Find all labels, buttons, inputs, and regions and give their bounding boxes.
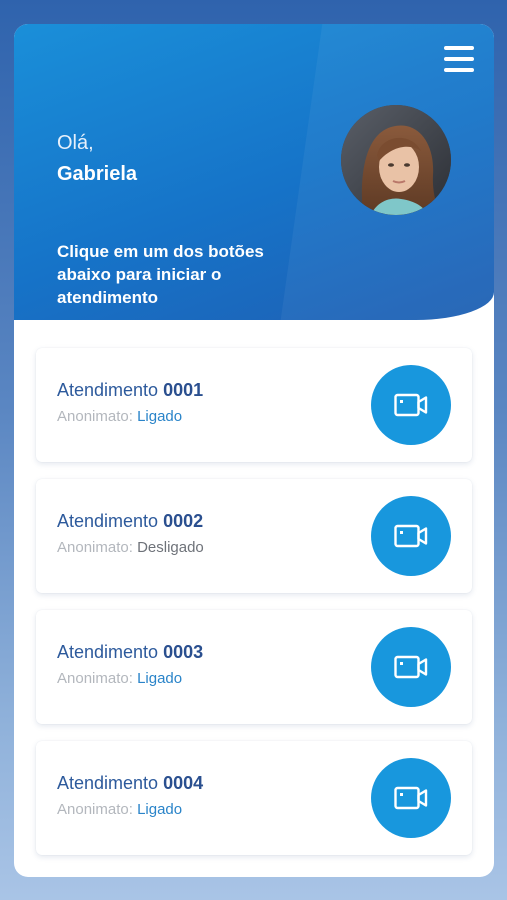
call-card: Atendimento 0001 Anonimato: Ligado [36,348,472,462]
call-number: 0004 [163,773,204,793]
anonymity-value: Ligado [137,408,183,425]
user-name: Gabriela [57,163,138,185]
call-title-prefix: Atendimento [57,380,159,400]
start-video-call-button[interactable] [371,365,451,445]
menu-bar [444,57,474,61]
avatar-photo [341,105,451,215]
anonymity-value: Ligado [137,801,183,818]
avatar [341,105,451,215]
anonymity-label: Anonimato: [57,670,133,687]
call-title-prefix: Atendimento [57,773,159,793]
call-number: 0003 [163,642,204,662]
anonymity-label: Anonimato: [57,801,133,818]
menu-bar [444,46,474,50]
call-number: 0002 [163,511,204,531]
anonymity-label: Anonimato: [57,539,133,556]
anonymity-status: Anonimato: Ligado [57,408,182,425]
anonymity-status: Anonimato: Ligado [57,801,182,818]
greeting-header: Olá, Gabriela Clique em um dos botões ab… [14,24,494,320]
app-screen: Olá, Gabriela Clique em um dos botões ab… [14,24,494,877]
call-card: Atendimento 0003 Anonimato: Ligado [36,610,472,724]
call-card: Atendimento 0004 Anonimato: Ligado [36,741,472,855]
call-title-prefix: Atendimento [57,642,159,662]
instruction-text: Clique em um dos botões abaixo para inic… [57,242,264,307]
menu-bar [444,68,474,72]
anonymity-label: Anonimato: [57,408,133,425]
anonymity-value: Ligado [137,670,183,687]
anonymity-value: Desligado [137,539,204,556]
greeting-text: Olá, [57,132,94,154]
call-title: Atendimento 0003 [57,642,203,663]
start-video-call-button[interactable] [371,496,451,576]
hamburger-menu-icon[interactable] [444,46,476,72]
video-camera-icon [394,786,428,810]
start-video-call-button[interactable] [371,758,451,838]
video-camera-icon [394,393,428,417]
video-camera-icon [394,655,428,679]
call-title: Atendimento 0002 [57,511,203,532]
call-number: 0001 [163,380,204,400]
call-card: Atendimento 0002 Anonimato: Desligado [36,479,472,593]
call-title: Atendimento 0001 [57,380,203,401]
start-video-call-button[interactable] [371,627,451,707]
anonymity-status: Anonimato: Ligado [57,670,182,687]
call-title: Atendimento 0004 [57,773,203,794]
call-title-prefix: Atendimento [57,511,159,531]
video-camera-icon [394,524,428,548]
anonymity-status: Anonimato: Desligado [57,539,204,556]
